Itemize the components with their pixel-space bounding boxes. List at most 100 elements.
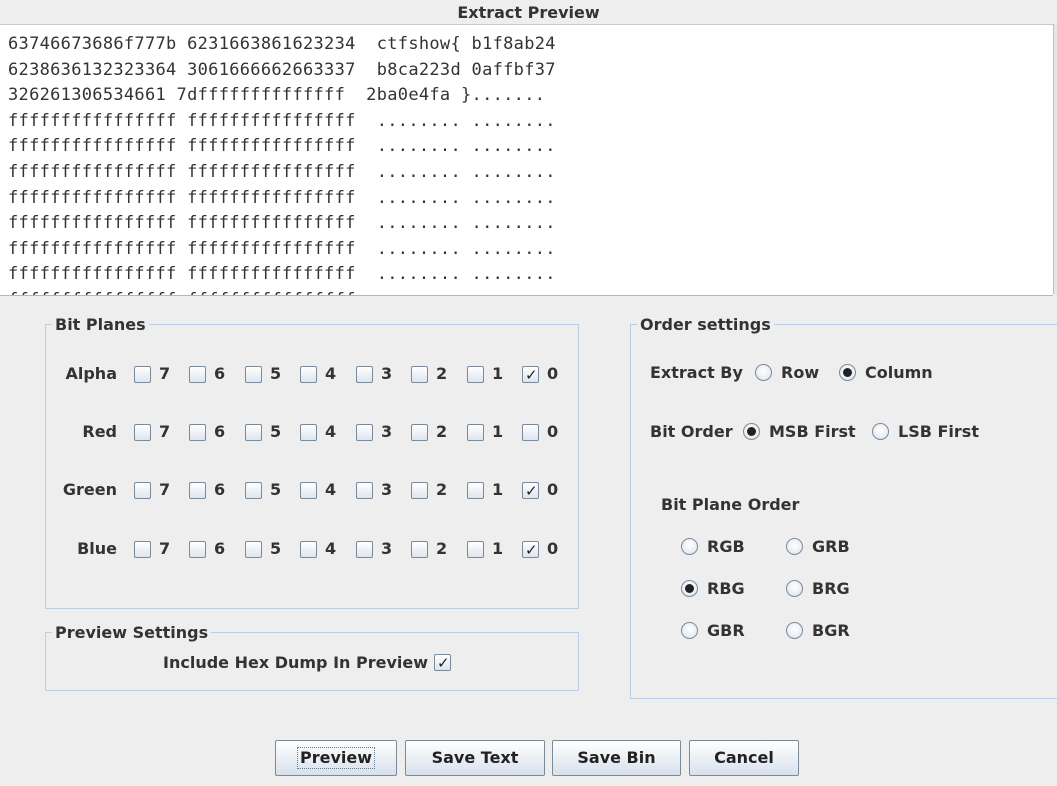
bit-checkbox[interactable] — [189, 366, 206, 383]
bit-plane-order-option: RBG — [707, 579, 745, 598]
extract-by-label: Extract By — [650, 363, 743, 382]
preview-scrollbar[interactable] — [1053, 24, 1057, 294]
bit-plane-order-radio[interactable] — [681, 580, 698, 597]
bit-checkbox[interactable] — [245, 424, 262, 441]
bit-checkbox[interactable] — [300, 424, 317, 441]
bit-checkbox[interactable] — [300, 541, 317, 558]
bit-label: 4 — [325, 539, 337, 558]
bit-plane-order-radio[interactable] — [681, 622, 698, 639]
extract-by-option: Column — [865, 363, 933, 382]
preview-line: ffffffffffffffff ffffffffffffffff ......… — [8, 110, 556, 131]
bit-checkbox[interactable] — [356, 541, 373, 558]
preview-line: ffffffffffffffff ffffffffffffffff ......… — [8, 238, 556, 259]
bit-checkbox[interactable] — [467, 424, 484, 441]
bit-checkbox[interactable] — [189, 482, 206, 499]
bit-plane-order-radio[interactable] — [786, 580, 803, 597]
bit-order-radio[interactable] — [872, 423, 889, 440]
bit-order-option: MSB First — [769, 422, 856, 441]
bit-plane-row-label: Red — [82, 422, 117, 441]
bit-checkbox[interactable] — [356, 366, 373, 383]
bit-checkbox[interactable] — [411, 366, 428, 383]
bit-plane-order-option: BRG — [812, 579, 850, 598]
preview-settings-title: Preview Settings — [52, 623, 212, 643]
bit-checkbox[interactable] — [189, 541, 206, 558]
bit-label: 1 — [492, 422, 504, 441]
bit-label: 2 — [436, 480, 448, 499]
preview-line: 63746673686f777b 6231663861623234 ctfsho… — [8, 34, 556, 54]
bit-checkbox[interactable] — [300, 482, 317, 499]
check-icon: ✓ — [525, 541, 538, 559]
extract-by-radio[interactable] — [755, 364, 772, 381]
bit-plane-order-radio[interactable] — [786, 538, 803, 555]
bit-label: 4 — [325, 480, 337, 499]
preview-button-label: Preview — [296, 747, 375, 769]
bit-checkbox[interactable] — [189, 424, 206, 441]
preview-line: ffffffffffffffff ffffffffffffffff ......… — [8, 136, 556, 157]
bit-order-radio[interactable] — [743, 423, 760, 440]
bit-checkbox[interactable] — [134, 366, 151, 383]
bit-checkbox[interactable] — [467, 366, 484, 383]
bit-order-label: Bit Order — [650, 422, 733, 441]
bit-label: 3 — [381, 422, 393, 441]
bit-plane-row-label: Green — [62, 480, 117, 499]
preview-line: 326261306534661 7dffffffffffffff 2ba0e4f… — [8, 85, 546, 106]
bit-label: 5 — [270, 422, 282, 441]
bit-label: 3 — [381, 539, 393, 558]
bit-label: 7 — [159, 539, 171, 558]
radio-selected-dot — [685, 584, 694, 593]
bit-label: 0 — [547, 364, 559, 383]
bit-checkbox[interactable] — [467, 482, 484, 499]
bit-checkbox[interactable]: ✓ — [522, 366, 539, 384]
bit-label: 7 — [159, 480, 171, 499]
bit-label: 2 — [436, 422, 448, 441]
bit-checkbox[interactable] — [467, 541, 484, 558]
bit-label: 1 — [492, 364, 504, 383]
extract-by-radio[interactable] — [839, 364, 856, 381]
bit-order-option: LSB First — [898, 422, 979, 441]
bit-label: 5 — [270, 480, 282, 499]
bit-label: 0 — [547, 539, 559, 558]
bit-plane-order-label: Bit Plane Order — [661, 495, 800, 514]
bit-plane-order-radio[interactable] — [681, 538, 698, 555]
preview-button[interactable]: Preview — [275, 740, 397, 776]
bit-checkbox[interactable]: ✓ — [522, 541, 539, 559]
dialog-title: Extract Preview — [457, 3, 600, 22]
bit-label: 6 — [214, 364, 226, 383]
bit-checkbox[interactable] — [300, 366, 317, 383]
bit-checkbox[interactable]: ✓ — [522, 482, 539, 500]
bit-label: 4 — [325, 422, 337, 441]
include-hex-checkbox[interactable]: ✓ — [434, 654, 451, 672]
preview-line: ffffffffffffffff ffffffffffffffff ......… — [8, 162, 556, 182]
bit-plane-order-option: RGB — [707, 537, 745, 556]
check-icon: ✓ — [525, 366, 538, 384]
bit-checkbox[interactable] — [134, 424, 151, 441]
bit-plane-order-option: BGR — [812, 621, 850, 640]
bit-label: 6 — [214, 539, 226, 558]
check-icon: ✓ — [525, 482, 538, 500]
save-bin-button[interactable]: Save Bin — [552, 740, 681, 776]
bit-checkbox[interactable] — [356, 424, 373, 441]
radio-selected-dot — [843, 368, 852, 377]
bit-checkbox[interactable] — [411, 424, 428, 441]
preview-line: ffffffffffffffff ffffffffffffffff ......… — [8, 213, 556, 234]
bit-checkbox[interactable] — [411, 541, 428, 558]
bit-checkbox[interactable] — [411, 482, 428, 499]
bit-checkbox[interactable] — [134, 541, 151, 558]
bit-label: 7 — [159, 364, 171, 383]
bit-label: 6 — [214, 480, 226, 499]
bit-checkbox[interactable] — [245, 541, 262, 558]
cancel-button[interactable]: Cancel — [689, 740, 799, 776]
bit-checkbox[interactable] — [134, 482, 151, 499]
preview-line: ffffffffffffffff ffffffffffffffff ......… — [8, 187, 556, 208]
bit-checkbox[interactable] — [245, 482, 262, 499]
bit-checkbox[interactable] — [245, 366, 262, 383]
bit-plane-order-option: GRB — [812, 537, 850, 556]
include-hex-label: Include Hex Dump In Preview — [163, 653, 429, 672]
bit-checkbox[interactable] — [522, 424, 539, 441]
bit-checkbox[interactable] — [356, 482, 373, 499]
save-text-button[interactable]: Save Text — [405, 740, 545, 776]
bit-plane-order-radio[interactable] — [786, 622, 803, 639]
extract-preview-area[interactable]: 63746673686f777b 6231663861623234 ctfsho… — [0, 24, 1053, 296]
bit-plane-row-label: Blue — [77, 539, 117, 558]
bit-label: 0 — [547, 480, 559, 499]
